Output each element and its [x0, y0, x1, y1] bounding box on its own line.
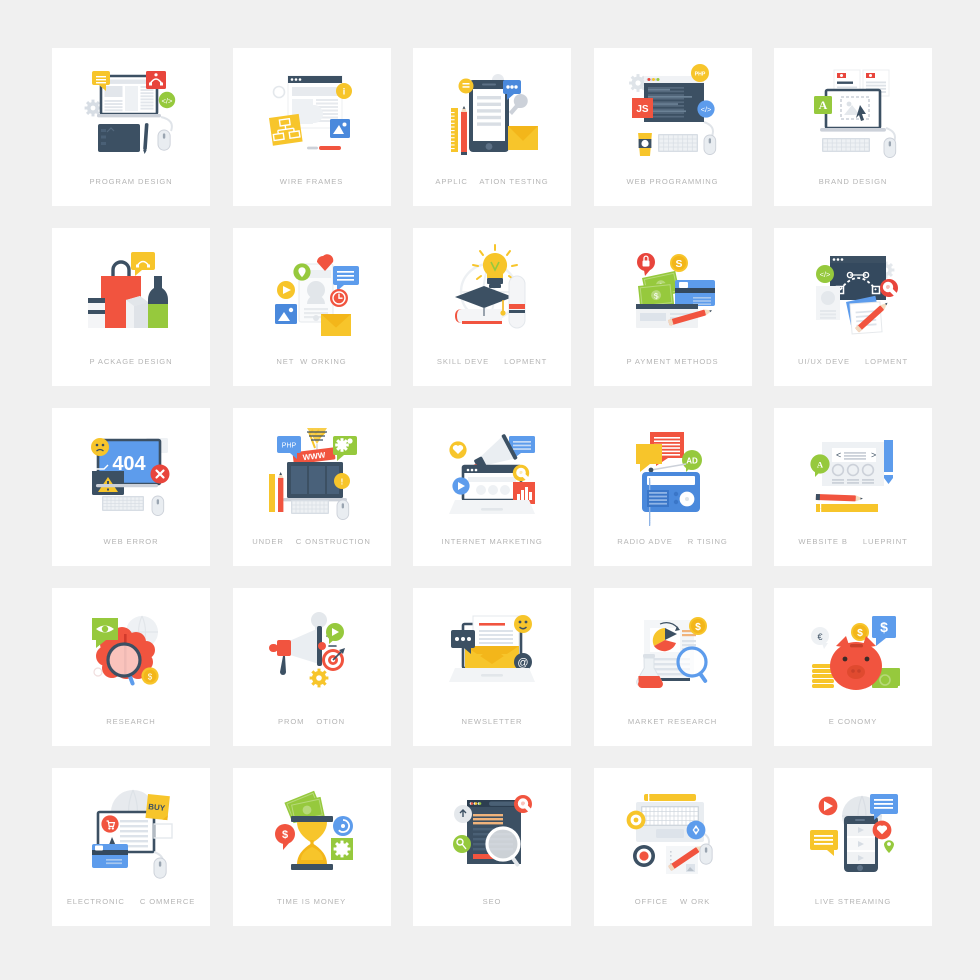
- www-banner-crane-monitor-icon: WWW PHP!: [257, 422, 367, 526]
- svg-text:$: $: [857, 628, 863, 639]
- icon-card-package-design[interactable]: P ACKAGE DESIGN: [52, 228, 210, 386]
- card-label: RESEARCH: [106, 717, 156, 726]
- icon-card-brand-design[interactable]: A BRAND DESIGN: [774, 48, 932, 206]
- icon-card-economy[interactable]: $ $ € E CONOMY: [774, 588, 932, 746]
- svg-text:!: !: [340, 477, 343, 486]
- code-window-coffee-keyboard-icon: PHP JS </>: [618, 62, 728, 166]
- icon-card-skill-development[interactable]: SKILL DEVE LOPMENT: [413, 228, 571, 386]
- svg-text:$: $: [695, 622, 701, 633]
- icon-card-website-blueprint[interactable]: < > A WEBSITE B LUEPRINT: [774, 408, 932, 566]
- laptop-documents-cursor-icon: A: [798, 62, 908, 166]
- card-label: WEB PROGRAMMING: [626, 177, 719, 186]
- svg-text:A: A: [819, 98, 828, 112]
- icon-card-web-error[interactable]: 404 WEB ERROR: [52, 408, 210, 566]
- card-label: UNDER C ONSTRUCTION: [252, 537, 371, 546]
- icon-card-research[interactable]: $ RESEARCH: [52, 588, 210, 746]
- brain-magnifier-eye-icon: $: [76, 602, 186, 706]
- svg-text:JS: JS: [636, 104, 649, 115]
- card-label: TIME IS MONEY: [276, 897, 347, 906]
- svg-text:i: i: [342, 87, 345, 97]
- document-magnifier-search-icon: [437, 782, 547, 886]
- browser-sticky-note-image-icon: i: [257, 62, 367, 166]
- icon-card-office-work[interactable]: OFFICE W ORK: [593, 768, 752, 926]
- card-label: NEWSLETTER: [461, 717, 523, 726]
- svg-text:</>: </>: [700, 105, 711, 114]
- card-label: NET W ORKING: [276, 357, 347, 366]
- card-label: INTERNET MARKETING: [441, 537, 543, 546]
- svg-text:$: $: [880, 619, 888, 635]
- svg-text:</>: </>: [820, 270, 831, 279]
- monitor-404-warning-icon: 404: [76, 422, 186, 526]
- card-label: SKILL DEVE LOPMENT: [436, 357, 548, 366]
- card-label: WIRE FRAMES: [279, 177, 344, 186]
- icon-card-radio-advertising[interactable]: AD RADIO ADVE R TISING: [593, 408, 752, 566]
- svg-text:PHP: PHP: [281, 443, 296, 450]
- icon-card-seo[interactable]: SEO: [413, 768, 571, 926]
- bezier-window-pencil-papers-icon: </>: [798, 242, 908, 346]
- cash-credit-card-lock-icon: S$$: [618, 242, 728, 346]
- icon-card-under-construction[interactable]: WWW PHP! UNDER C ONSTRUCTION: [232, 408, 391, 566]
- smartphone-play-chat-globe-icon: [798, 782, 908, 886]
- shopping-bag-bottle-boxes-icon: [76, 242, 186, 346]
- card-label: P ACKAGE DESIGN: [89, 357, 173, 366]
- card-label: UI/UX DEVE LOPMENT: [797, 357, 909, 366]
- card-label: PROM OTION: [278, 717, 345, 726]
- megaphone-target-gear-icon: [257, 602, 367, 706]
- card-label: BRAND DESIGN: [818, 177, 888, 186]
- svg-text:</>: </>: [162, 96, 174, 105]
- icon-card-promotion[interactable]: PROM OTION: [232, 588, 391, 746]
- card-label: WEB ERROR: [103, 537, 159, 546]
- svg-text:@: @: [517, 657, 528, 669]
- radio-speech-bubbles-ad-icon: AD: [618, 422, 728, 526]
- phone-social-bubbles-icon: [257, 242, 367, 346]
- card-label: SEO: [482, 897, 502, 906]
- card-label: WEBSITE B LUEPRINT: [798, 537, 908, 546]
- monitor-cart-credit-card-buy-icon: BUY: [76, 782, 186, 886]
- graduation-cap-bulb-diploma-icon: [437, 242, 547, 346]
- icon-card-payment-methods[interactable]: S$$ P AYMENT METHODS: [593, 228, 752, 386]
- card-label: E CONOMY: [828, 717, 878, 726]
- svg-text:BUY: BUY: [148, 802, 166, 813]
- icon-card-newsletter[interactable]: @ NEWSLETTER: [413, 588, 571, 746]
- svg-text:$: $: [148, 673, 153, 682]
- keyboard-mouse-pencil-notes-icon: [618, 782, 728, 886]
- card-label: OFFICE W ORK: [634, 897, 711, 906]
- svg-text:$: $: [281, 829, 287, 841]
- card-label: LIVE STREAMING: [814, 897, 892, 906]
- svg-text:S: S: [675, 259, 682, 270]
- wireframe-sheet-pencil-ruler-icon: < > A: [798, 422, 908, 526]
- hourglass-money-gear-icon: $: [257, 782, 367, 886]
- laptop-envelope-letter-icon: @: [437, 602, 547, 706]
- card-label: RADIO ADVE R TISING: [617, 537, 728, 546]
- document-chart-flask-magnifier-icon: $: [618, 602, 728, 706]
- card-label: PROGRAM DESIGN: [89, 177, 173, 186]
- icon-card-web-programming[interactable]: PHP JS </> WEB PROGRAMMING: [593, 48, 752, 206]
- svg-text:A: A: [817, 460, 824, 470]
- icon-card-program-design[interactable]: </> PROGRAM DESIGN: [52, 48, 210, 206]
- svg-text:<: <: [836, 450, 841, 460]
- piggy-bank-coins-money-icon: $ $ €: [798, 602, 908, 706]
- svg-text:PHP: PHP: [694, 71, 705, 77]
- card-label: MARKET RESEARCH: [627, 717, 718, 726]
- svg-text:€: €: [817, 632, 822, 642]
- smartphone-ruler-pencil-envelope-icon: [437, 62, 547, 166]
- icon-card-electronic-commerce[interactable]: BUY ELECTRONIC C OMMERCE: [52, 768, 210, 926]
- icon-card-wire-frames[interactable]: i WIRE FRAMES: [232, 48, 391, 206]
- laptop-megaphone-chart-icon: [437, 422, 547, 526]
- icon-card-ui-ux-development[interactable]: </> UI/UX DEVE LOPMENT: [774, 228, 932, 386]
- card-label: APPLIC ATION TESTING: [435, 177, 549, 186]
- svg-text:>: >: [871, 450, 876, 460]
- icon-grid: </> PROGRAM DESIGN i WIRE FRAMES APPLIC ATIO…: [52, 48, 932, 926]
- icon-card-market-research[interactable]: $ MARKET RESEARCH: [593, 588, 752, 746]
- icon-card-networking[interactable]: NET W ORKING: [232, 228, 391, 386]
- icon-card-internet-marketing[interactable]: INTERNET MARKETING: [413, 408, 571, 566]
- card-label: P AYMENT METHODS: [626, 357, 719, 366]
- desktop-tablet-pen-mouse-icon: </>: [76, 62, 186, 166]
- svg-text:AD: AD: [686, 457, 698, 466]
- card-label: ELECTRONIC C OMMERCE: [66, 897, 196, 906]
- icon-card-time-is-money[interactable]: $ TIME IS MONEY: [232, 768, 391, 926]
- icon-card-live-streaming[interactable]: LIVE STREAMING: [774, 768, 932, 926]
- icon-card-application-testing[interactable]: APPLIC ATION TESTING: [413, 48, 571, 206]
